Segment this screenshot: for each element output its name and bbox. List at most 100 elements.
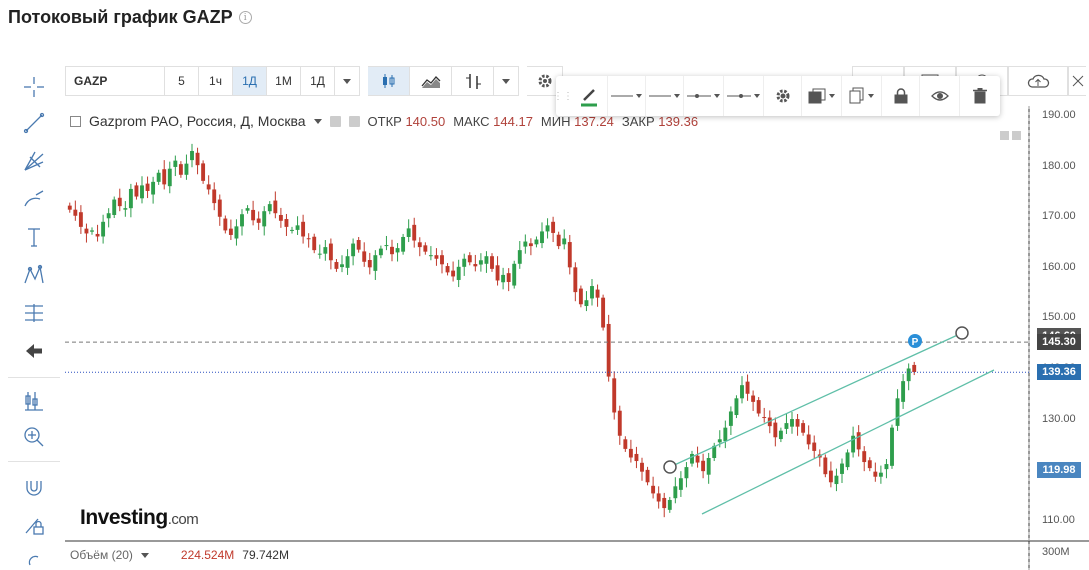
line-start-button[interactable] — [684, 76, 724, 116]
price-tag: 139.36 — [1037, 364, 1081, 381]
line-color-button[interactable] — [570, 76, 608, 116]
lock-button[interactable] — [882, 76, 920, 116]
line-start-icon — [687, 94, 711, 98]
candlestick-icon — [382, 74, 394, 88]
candle-body — [728, 411, 733, 426]
hide-icon[interactable] — [329, 115, 341, 127]
candle-body — [467, 255, 472, 263]
magnet-icon[interactable] — [18, 473, 50, 501]
candle-body — [245, 208, 250, 211]
interval-1d[interactable]: 1Д — [233, 66, 267, 96]
candle-body — [128, 188, 133, 209]
chevron-down-icon — [868, 94, 874, 98]
chevron-down-icon[interactable] — [313, 118, 322, 124]
trend-line-icon[interactable] — [18, 109, 50, 137]
candle-body — [156, 172, 161, 182]
candle-body — [684, 467, 689, 479]
candle-body — [384, 245, 389, 247]
candle-body — [412, 224, 417, 241]
more-tools-icon[interactable] — [18, 547, 50, 570]
price-marker-letter: P — [912, 337, 919, 348]
candle-body — [123, 208, 128, 210]
candle-body — [351, 243, 356, 257]
pattern-icon[interactable] — [18, 261, 50, 289]
channel-anchor-handle — [663, 460, 677, 474]
candle-body — [762, 417, 767, 419]
expand-icon — [1072, 75, 1083, 87]
brush-icon[interactable] — [18, 185, 50, 213]
text-tool-icon[interactable] — [18, 223, 50, 251]
candle-body — [73, 209, 78, 216]
price-tick-label: 170.00 — [1042, 210, 1076, 223]
chart-area[interactable]: P — [65, 106, 1089, 570]
candle-body — [395, 248, 400, 253]
crosshair-icon[interactable] — [18, 73, 50, 101]
scale-toggle-icon[interactable] — [1012, 131, 1021, 140]
drag-handle-icon[interactable]: ⋮⋮ — [553, 76, 573, 116]
back-arrow-icon[interactable] — [18, 337, 50, 365]
scale-toggle-icon[interactable] — [1000, 131, 1009, 140]
line-width-button[interactable] — [608, 76, 646, 116]
gann-fan-icon[interactable] — [18, 147, 50, 175]
order-button[interactable] — [802, 76, 842, 116]
chart-type-dropdown[interactable] — [494, 66, 519, 96]
info-icon[interactable]: i — [238, 11, 252, 24]
chevron-down-icon — [502, 78, 510, 84]
line-style-button[interactable] — [646, 76, 684, 116]
interval-dropdown[interactable] — [335, 66, 360, 96]
price-tick-label: 110.00 — [1042, 513, 1075, 526]
clone-button[interactable] — [842, 76, 882, 116]
candle-body — [284, 219, 289, 227]
lock-drawing-icon[interactable] — [18, 511, 50, 539]
instrument-name[interactable]: Gazprom PAO, Россия, Д, Москва — [89, 113, 306, 129]
interval-selected[interactable]: 1Д — [301, 66, 335, 96]
collapse-legend-icon[interactable] — [70, 115, 81, 127]
settings-icon[interactable] — [348, 115, 360, 127]
interval-1h[interactable]: 1ч — [199, 66, 233, 96]
candle-body — [362, 251, 367, 262]
symbol-input[interactable]: GAZP — [65, 66, 165, 96]
candle-body — [517, 250, 522, 264]
candle-body — [506, 273, 511, 282]
candle-body — [201, 163, 206, 181]
interval-1m[interactable]: 1М — [267, 66, 301, 96]
candle-body — [740, 385, 744, 399]
candle-body — [628, 448, 633, 458]
measure-icon[interactable] — [18, 299, 50, 327]
fullscreen-button[interactable] — [1068, 66, 1086, 96]
candle-body — [262, 211, 267, 227]
area-chart-button[interactable] — [410, 66, 452, 96]
interval-5[interactable]: 5 — [165, 66, 199, 96]
chevron-down-icon[interactable] — [140, 552, 149, 558]
investing-logo: Investing.com — [80, 506, 199, 530]
volume-value: 224.524M — [180, 548, 235, 562]
candle-body — [673, 486, 678, 499]
candle-body — [634, 453, 639, 462]
cloud-save-button[interactable] — [1008, 66, 1068, 96]
area-chart-icon — [421, 76, 440, 88]
candle-body — [356, 240, 361, 250]
candle-body — [106, 213, 111, 219]
candle-body — [717, 439, 722, 443]
price-chart[interactable]: P — [65, 106, 1089, 570]
zoom-in-icon[interactable] — [18, 423, 50, 451]
candle-body — [801, 423, 806, 433]
pencil-icon — [580, 89, 597, 107]
candle-body — [778, 430, 783, 440]
high-label: МАКС — [453, 113, 490, 129]
drawing-settings-button[interactable] — [764, 76, 802, 116]
volume-legend: Объём (20) 224.524M 79.742M — [70, 548, 289, 562]
indicators-icon[interactable] — [18, 387, 50, 415]
price-tick-label: 180.00 — [1042, 159, 1076, 172]
bars-chart-button[interactable] — [452, 66, 494, 96]
volume-label[interactable]: Объём (20) — [70, 548, 133, 562]
line-end-button[interactable] — [724, 76, 764, 116]
candle-body — [212, 189, 217, 204]
visibility-button[interactable] — [920, 76, 960, 116]
chevron-down-icon — [343, 78, 351, 84]
candles-chart-button[interactable] — [368, 66, 410, 96]
candle-body — [545, 225, 550, 232]
candle-body — [701, 460, 706, 472]
candle-body — [528, 243, 533, 247]
delete-button[interactable] — [960, 76, 1000, 116]
